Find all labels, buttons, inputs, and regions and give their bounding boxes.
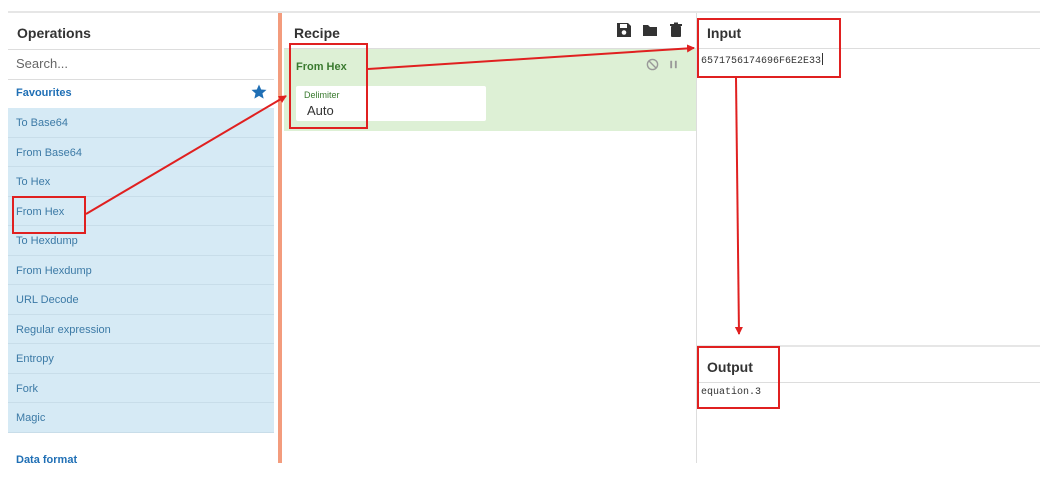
annotation-box-from-hex-item <box>12 196 86 234</box>
star-icon[interactable] <box>250 83 268 101</box>
operation-item-url-decode[interactable]: URL Decode <box>8 285 274 315</box>
operation-item-label: To Hex <box>16 176 51 188</box>
operation-item-label: From Hexdump <box>16 264 92 277</box>
annotation-box-input <box>697 18 841 78</box>
operation-item-label: To Hexdump <box>16 235 78 247</box>
panel-resizer[interactable] <box>278 13 282 463</box>
trash-icon[interactable] <box>668 22 684 38</box>
operation-item-label: From Base64 <box>16 146 83 159</box>
operation-item-entropy[interactable]: Entropy <box>8 344 274 374</box>
recipe-title: Recipe <box>294 25 340 41</box>
operation-item-from-base64[interactable]: From Base64 <box>8 137 274 167</box>
annotation-box-recipe-operation <box>289 43 368 129</box>
operation-item-regular-expression[interactable]: Regular expression <box>8 314 274 344</box>
operation-item-label: Regular expression <box>16 323 111 336</box>
category-data-format[interactable]: Data format <box>16 454 77 463</box>
annotation-box-output <box>697 346 780 409</box>
operation-item-from-hexdump[interactable]: From Hexdump <box>8 255 274 285</box>
operation-item-label: URL Decode <box>16 294 79 306</box>
operation-list: To Base64 From Base64 To Hex From Hex To… <box>8 108 274 433</box>
recipe-operation-controls <box>646 58 680 71</box>
save-icon[interactable] <box>616 22 632 38</box>
operation-item-to-base64[interactable]: To Base64 <box>8 108 274 138</box>
recipe-toolbar <box>616 22 684 38</box>
operation-item-magic[interactable]: Magic <box>8 403 274 433</box>
operation-item-to-hex[interactable]: To Hex <box>8 167 274 197</box>
operation-item-label: Entropy <box>16 353 54 365</box>
operation-item-label: Magic <box>16 412 46 424</box>
operation-item-label: To Base64 <box>16 117 68 129</box>
favourites-label: Favourites <box>16 87 72 99</box>
search-input[interactable] <box>16 56 256 71</box>
operations-panel: Operations Favourites To Base64 From Bas… <box>8 13 274 463</box>
disable-icon[interactable] <box>646 58 659 71</box>
operations-search <box>8 49 274 80</box>
folder-icon[interactable] <box>642 22 658 38</box>
operations-title: Operations <box>17 25 91 41</box>
operation-item-label: Fork <box>16 382 38 395</box>
favourites-header[interactable]: Favourites <box>8 79 274 107</box>
operation-item-fork[interactable]: Fork <box>8 373 274 403</box>
pause-icon[interactable] <box>667 58 680 71</box>
